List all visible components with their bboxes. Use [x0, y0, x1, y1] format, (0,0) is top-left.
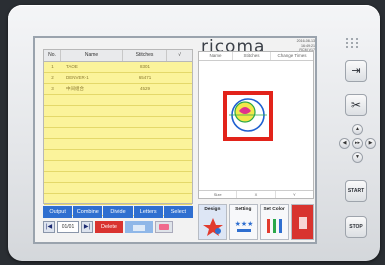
design-star-icon [203, 218, 223, 236]
size-y: Y [292, 192, 296, 197]
table-header: No. Name Stitches √ [44, 50, 192, 62]
delete-button[interactable]: Delete [95, 220, 123, 233]
pager: |◀ 01/01 ▶| Delete [43, 220, 193, 233]
table-row-empty [44, 150, 192, 161]
tab-set-color[interactable]: Set Color [259, 204, 289, 240]
down-arrow-button[interactable]: ▼ [352, 152, 363, 163]
tab-setting[interactable]: Setting ★★★ [228, 204, 258, 240]
table-row-empty [44, 139, 192, 150]
arrow-down-icon: ▼ [355, 154, 360, 160]
column-check: √ [178, 52, 181, 58]
letters-button[interactable]: Letters [133, 206, 163, 218]
design-preview: Name Stitches Change Times Size X Y [198, 51, 314, 199]
color-swatch-button[interactable] [155, 220, 173, 233]
column-no: No. [44, 50, 61, 61]
first-page-icon[interactable]: |◀ [43, 220, 55, 233]
touch-screen: No. Name Stitches √ 1 TAOE 8301 2 DENVER… [33, 36, 317, 244]
table-row[interactable]: 1 TAOE 8301 [44, 62, 192, 73]
column-name: Name [61, 50, 123, 61]
table-row-empty [44, 95, 192, 106]
row-no: 3 [51, 86, 54, 91]
preview-col-stitches: Stitches [233, 52, 271, 60]
select-button[interactable]: Select [163, 206, 194, 218]
arrow-right-icon: ⇥ [351, 65, 361, 77]
combine-button[interactable]: Combine [73, 206, 103, 218]
up-arrow-button[interactable]: ▲ [352, 124, 363, 135]
tab-tools[interactable] [290, 204, 314, 240]
arrow-left-icon: ◀ [342, 140, 347, 146]
preview-col-change: Change Times [277, 53, 307, 58]
table-row-empty [44, 161, 192, 172]
speaker-grille [346, 38, 360, 48]
machine-icon[interactable] [125, 220, 153, 233]
start-button[interactable]: START [345, 180, 367, 202]
cut-button[interactable]: ✂ [345, 94, 367, 116]
row-stitches: 65471 [138, 75, 152, 80]
design-list-table: No. Name Stitches √ 1 TAOE 8301 2 DENVER… [43, 49, 193, 216]
row-name: TAOE [66, 64, 78, 69]
size-x: X [237, 191, 276, 198]
arrow-right-small-icon: ▶ [368, 140, 373, 146]
mode-tabs: Design Setting ★★★ Set Color [198, 204, 314, 240]
table-row-empty [44, 128, 192, 139]
preview-header: Name Stitches Change Times [199, 52, 313, 61]
thread-spools-icon [266, 219, 282, 233]
row-no: 1 [51, 64, 54, 69]
row-name: 中间组合 [66, 86, 84, 91]
preview-col-name: Name [199, 52, 233, 60]
tab-setting-label: Setting [235, 207, 252, 212]
table-row-empty [44, 172, 192, 183]
action-bar: Output Combine Divide Letters Select [43, 206, 194, 218]
left-arrow-button[interactable]: ◀ [339, 138, 350, 149]
tab-design-label: Design [204, 207, 221, 212]
preview-footer: Size X Y [199, 190, 313, 198]
table-row-empty [44, 106, 192, 117]
fast-forward-icon: ▸▸ [354, 140, 361, 146]
size-label: Size [199, 191, 238, 198]
row-name: DENVER-1 [66, 75, 89, 80]
page-indicator: 01/01 [57, 220, 79, 233]
embroidery-thumbnail-icon[interactable] [199, 61, 313, 191]
last-page-icon[interactable]: ▶| [81, 220, 93, 233]
svg-text:★★★: ★★★ [234, 220, 253, 228]
output-button[interactable]: Output [43, 206, 73, 218]
table-row-empty [44, 183, 192, 194]
stop-button[interactable]: STOP [345, 216, 367, 238]
table-row[interactable]: 3 中间组合 4529 [44, 84, 192, 95]
fast-button[interactable]: ▸▸ [352, 138, 363, 149]
table-row-empty [44, 117, 192, 128]
row-no: 2 [51, 75, 54, 80]
enter-button[interactable]: ⇥ [345, 60, 367, 82]
scissors-icon: ✂ [350, 98, 362, 112]
tab-design[interactable]: Design [198, 204, 227, 240]
row-stitches: 4529 [139, 86, 150, 91]
arrow-up-icon: ▲ [355, 126, 360, 132]
divide-button[interactable]: Divide [103, 206, 133, 218]
row-stitches: 8301 [139, 64, 150, 69]
right-arrow-button[interactable]: ▶ [365, 138, 376, 149]
setting-icon: ★★★ [234, 220, 253, 232]
tab-set-color-label: Set Color [263, 207, 285, 212]
table-row-empty [44, 194, 192, 205]
column-stitches: Stitches [123, 50, 167, 61]
table-row[interactable]: 2 DENVER-1 65471 [44, 73, 192, 84]
tool-icon [298, 217, 307, 229]
